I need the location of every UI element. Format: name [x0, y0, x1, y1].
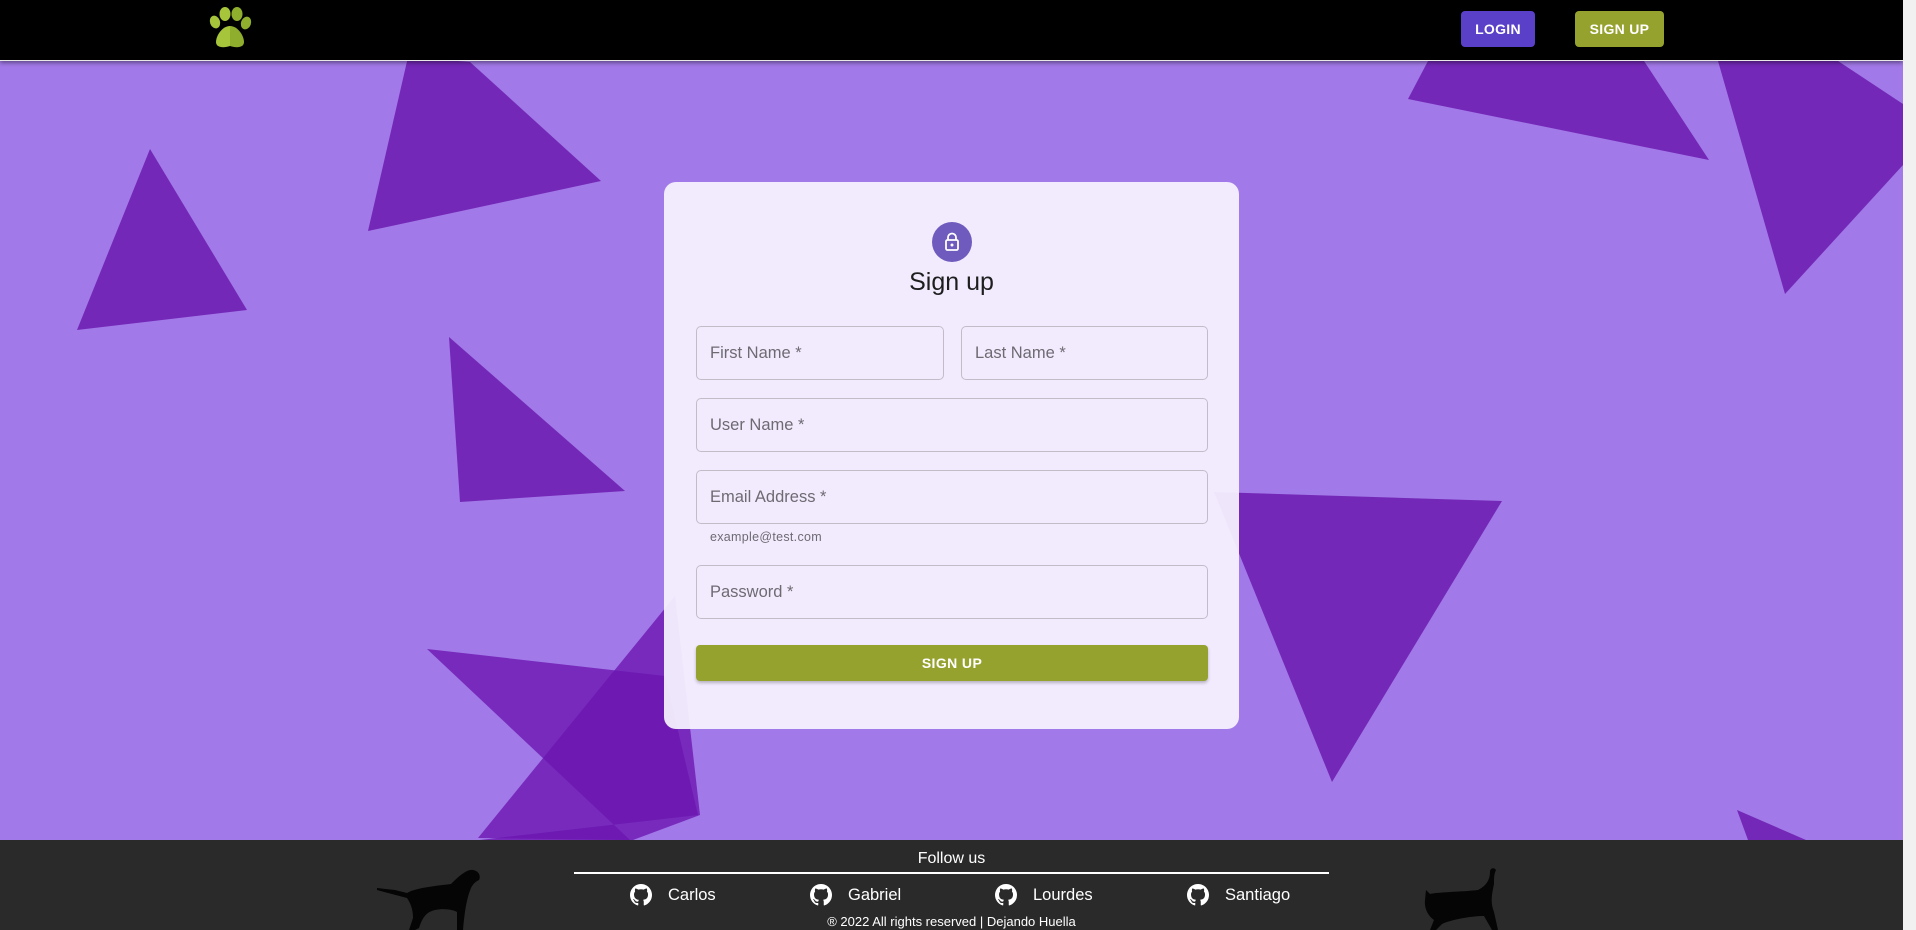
- email-input[interactable]: [696, 470, 1208, 524]
- footer-divider: [574, 872, 1329, 874]
- signup-nav-button[interactable]: SIGN UP: [1575, 11, 1664, 47]
- github-link-lourdes[interactable]: Lourdes: [995, 882, 1093, 908]
- first-name-input[interactable]: [696, 326, 944, 380]
- triangle: [1718, 61, 1903, 294]
- triangle: [449, 337, 625, 502]
- lock-avatar: [932, 222, 972, 262]
- password-input[interactable]: [696, 565, 1208, 619]
- follow-us-heading: Follow us: [917, 850, 986, 867]
- github-icon: [810, 884, 832, 906]
- github-link-santiago[interactable]: Santiago: [1187, 882, 1290, 908]
- email-helper-text: example@test.com: [710, 530, 822, 544]
- login-button[interactable]: LOGIN: [1461, 11, 1535, 47]
- github-icon: [1187, 884, 1209, 906]
- signup-submit-button[interactable]: SIGN UP: [696, 645, 1208, 681]
- github-link-label: Gabriel: [848, 885, 902, 904]
- lock-icon: [945, 232, 959, 251]
- top-navbar: LOGIN SIGN UP: [0, 0, 1903, 61]
- github-icon: [995, 884, 1017, 906]
- user-name-input[interactable]: [696, 398, 1208, 452]
- signup-card: Sign up example@test.com SIGN UP: [664, 182, 1239, 729]
- github-link-gabriel[interactable]: Gabriel: [810, 882, 901, 908]
- page-title: Sign up: [909, 268, 994, 296]
- last-name-input[interactable]: [961, 326, 1208, 380]
- paw-logo-icon[interactable]: [206, 6, 254, 50]
- copyright-text: ® 2022 All rights reserved | Dejando Hue…: [827, 914, 1076, 929]
- triangle: [1214, 492, 1502, 782]
- vertical-scrollbar[interactable]: [1903, 0, 1916, 930]
- github-link-label: Lourdes: [1033, 885, 1093, 904]
- github-link-label: Santiago: [1225, 885, 1291, 904]
- github-icon: [630, 884, 652, 906]
- triangle: [1737, 810, 1806, 840]
- footer: Follow us Carlos Gabriel Lourdes Santiag…: [0, 840, 1903, 930]
- github-link-carlos[interactable]: Carlos: [630, 882, 716, 908]
- triangle: [368, 61, 601, 231]
- triangle: [77, 149, 247, 330]
- github-link-label: Carlos: [668, 885, 716, 904]
- triangle: [1408, 61, 1709, 160]
